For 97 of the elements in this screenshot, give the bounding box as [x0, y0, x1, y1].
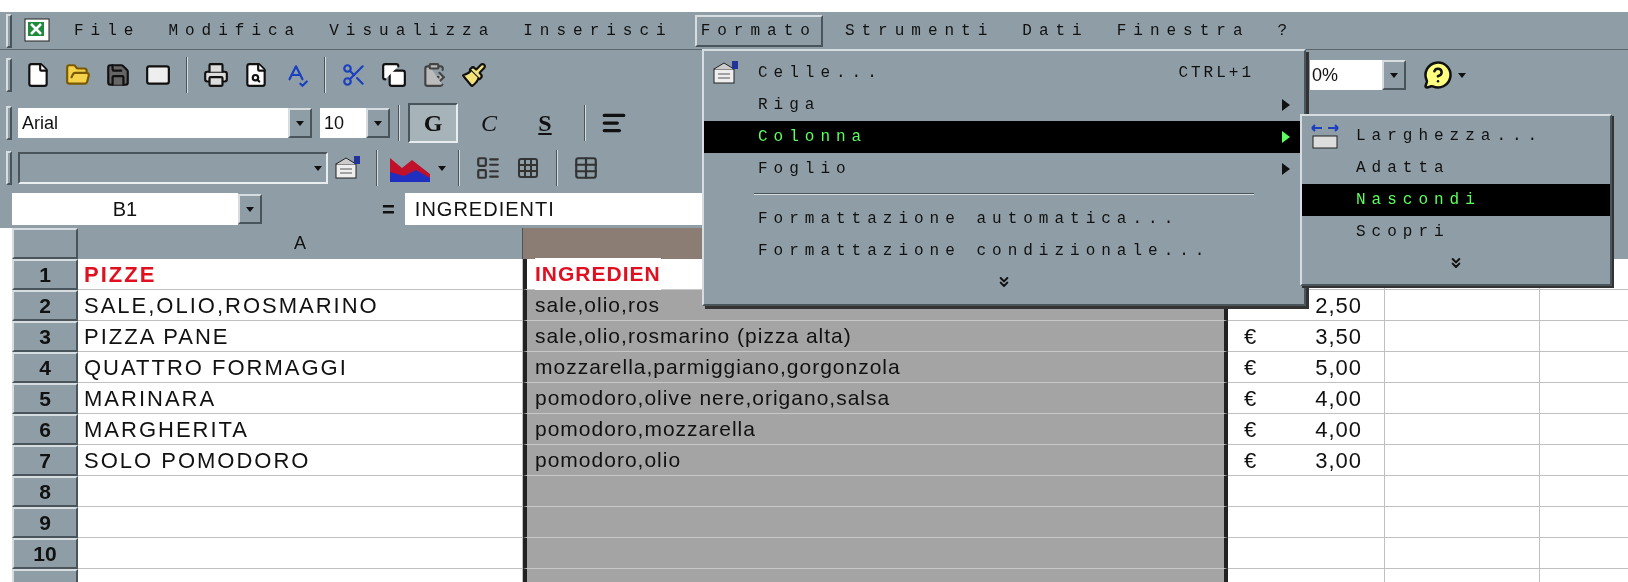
printer-icon [203, 62, 229, 88]
price-value: 5,00 [1315, 353, 1363, 382]
menu-bar-item[interactable]: Modifica [162, 14, 308, 47]
row-header[interactable]: 7 [12, 445, 78, 476]
currency-symbol: € [1243, 415, 1257, 444]
caret-icon [246, 206, 254, 212]
price-value: 2,50 [1315, 291, 1363, 320]
row-header[interactable]: 9 [12, 507, 78, 538]
table-cell: QUATTRO FORMAGGI [78, 352, 523, 383]
price-value: 4,00 [1315, 415, 1363, 444]
table-cell: SALE,OLIO,ROSMARINO [78, 290, 523, 321]
table-cell: pomodoro,olio [523, 445, 1228, 476]
list-icon [475, 155, 501, 181]
menu-item[interactable]: Riga [704, 89, 1304, 121]
column-width-icon [1310, 124, 1340, 150]
table-cell: PIZZE [78, 259, 523, 290]
zoom-field[interactable]: 0% [1310, 60, 1382, 90]
price-value: 4,00 [1315, 384, 1363, 413]
name-box[interactable]: B1 [12, 193, 238, 225]
copy-icon [381, 62, 407, 88]
table-cell: mozzarella,parmiggiano,gorgonzola [523, 352, 1228, 383]
menu-item[interactable]: Celle... CTRL+1 [704, 57, 1304, 89]
font-size-field[interactable]: 10 [320, 108, 366, 138]
table-cell: MARINARA [78, 383, 523, 414]
row-header[interactable]: 10 [12, 538, 78, 569]
caret-icon [296, 120, 304, 126]
toolbar-grip[interactable] [6, 151, 12, 185]
table-cell: pomodoro,olive nere,origano,salsa [523, 383, 1228, 414]
format-cells-icon [712, 61, 740, 85]
row-header[interactable]: 6 [12, 414, 78, 445]
shortcut-text: CTRL+1 [1178, 63, 1255, 84]
menu-item[interactable]: Formattazione automatica... [704, 203, 1304, 235]
scissors-icon [341, 62, 367, 88]
underline-button[interactable]: S [520, 103, 570, 143]
row-header[interactable]: 8 [12, 476, 78, 507]
clipboard-icon [421, 62, 447, 88]
menu-bar-item[interactable]: Strumenti [838, 14, 1001, 47]
submenu-arrow-icon [1282, 99, 1290, 111]
bold-button[interactable]: G [408, 103, 458, 143]
row-header[interactable]: 5 [12, 383, 78, 414]
menu-bar-item[interactable]: Finestra [1110, 14, 1256, 47]
italic-button[interactable]: C [464, 103, 514, 143]
menu-item[interactable]: Foglio [704, 153, 1304, 185]
table-cell: SOLO POMODORO [78, 445, 523, 476]
brush-icon [461, 62, 487, 88]
menu-item[interactable]: Nascondi [1302, 184, 1610, 216]
menu-item[interactable]: Larghezza... [1302, 120, 1610, 152]
grid-icon [516, 156, 540, 180]
currency-symbol: € [1243, 384, 1257, 413]
currency-symbol: € [1243, 353, 1257, 382]
caret-icon [1390, 72, 1398, 78]
font-dropdown-button[interactable] [288, 108, 312, 138]
table-cell: PIZZA PANE [78, 321, 523, 352]
menu-item[interactable]: Scopri [1302, 216, 1610, 248]
menu-bar-item[interactable]: File [68, 14, 147, 47]
menu-bar-item[interactable]: Dati [1016, 14, 1095, 47]
row-header[interactable]: 3 [12, 321, 78, 352]
spreadsheet-logo-icon[interactable] [24, 17, 52, 44]
menu-bar-item[interactable]: ? [1271, 14, 1301, 47]
menu-bar-item[interactable]: Visualizza [323, 14, 502, 47]
price-value: 3,00 [1315, 446, 1363, 475]
caret-icon [314, 165, 322, 171]
submenu-arrow-icon [1282, 131, 1290, 143]
document-icon [25, 62, 51, 88]
row-header[interactable]: 1 [12, 259, 78, 290]
currency-symbol: € [1243, 322, 1257, 351]
caret-icon [438, 165, 446, 171]
currency-symbol: € [1243, 446, 1257, 475]
table-cell: sale,olio,rosmarino (pizza alta) [523, 321, 1228, 352]
font-field[interactable]: Arial [18, 108, 288, 138]
caret-icon[interactable] [1458, 72, 1466, 78]
select-all-corner[interactable] [12, 228, 78, 259]
table-icon [573, 155, 599, 181]
zoom-dropdown-button[interactable] [1382, 60, 1406, 90]
size-dropdown-button[interactable] [366, 108, 390, 138]
combo-field[interactable] [18, 152, 328, 184]
name-box-dropdown-button[interactable] [238, 194, 262, 224]
equals-sign: = [382, 195, 395, 224]
format-cells-icon [334, 156, 362, 180]
column-header[interactable]: A [78, 228, 523, 259]
save-icon [105, 62, 131, 88]
caret-icon [374, 120, 382, 126]
row-header[interactable]: 4 [12, 352, 78, 383]
table-cell: pomodoro,mozzarella [523, 414, 1228, 445]
help-icon [1423, 60, 1453, 90]
preview-icon [243, 62, 269, 88]
toolbar-grip[interactable] [6, 106, 12, 140]
folder-icon [65, 62, 91, 88]
toolbar-grip[interactable] [6, 13, 12, 48]
submenu-arrow-icon [1282, 163, 1290, 175]
toolbar-grip[interactable] [6, 58, 12, 92]
table-cell: MARGHERITA [78, 414, 523, 445]
menu-bar-item[interactable]: Formato [694, 14, 823, 47]
menu-item[interactable]: Adatta [1302, 152, 1610, 184]
row-header[interactable]: 2 [12, 290, 78, 321]
menu-bar-item[interactable]: Inserisci [517, 14, 679, 47]
price-value: 3,50 [1315, 322, 1363, 351]
